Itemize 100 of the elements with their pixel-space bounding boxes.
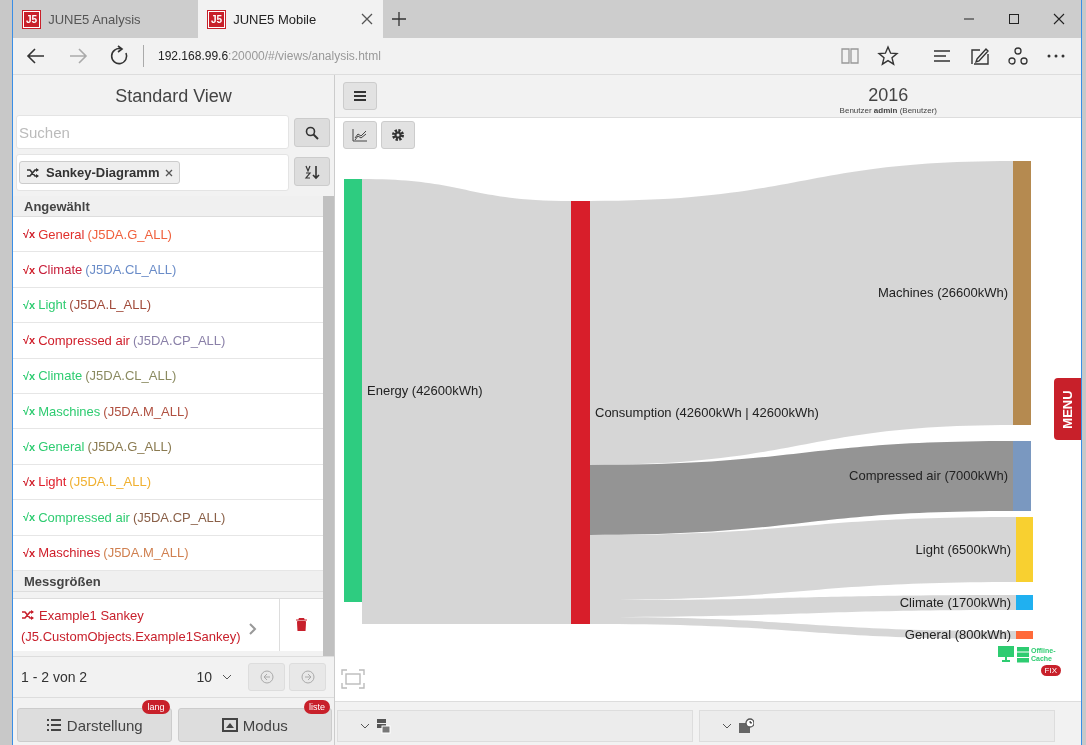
node-label: Consumption (42600kWh | 42600kWh) [595,404,819,420]
pen-note-icon[interactable] [969,45,991,67]
list-item[interactable]: √x Climate (J5DA.CL_ALL) [13,252,323,288]
monitor-icon [997,645,1015,663]
list-icon [45,718,62,732]
close-icon[interactable] [1051,11,1067,27]
item-name: General [38,226,85,242]
item-code: (J5DA.L_ALL) [69,297,151,313]
chevron-right-icon[interactable] [248,622,257,635]
object-name: Example1 Sankey [39,606,144,625]
server-icon [1017,647,1029,663]
search-field[interactable]: Suchen [16,115,289,149]
formula-icon: √x [23,263,36,276]
item-name: Maschines [38,545,101,561]
item-code: (J5DA.G_ALL) [87,226,172,242]
settings-button[interactable] [381,121,415,149]
item-code: (J5DA.M_ALL) [103,403,189,419]
menu-button[interactable] [343,82,377,110]
formula-icon: √x [23,298,36,311]
list-item[interactable]: √x Light (J5DA.L_ALL) [13,287,323,324]
sankey-node[interactable] [1013,161,1031,425]
sankey-node[interactable] [1016,595,1033,610]
filter-field[interactable]: Sankey-Diagramm [16,154,289,191]
formula-icon: √x [23,475,36,488]
tab-title: JUNE5 Analysis [48,11,141,27]
badge: lang [142,700,170,714]
sankey-node[interactable] [1013,441,1031,511]
list-item[interactable]: √x Compressed air (J5DA.CP_ALL) [13,323,323,359]
tag-label: Sankey-Diagramm [46,165,160,180]
scrollbar[interactable] [323,196,334,656]
list-item[interactable]: √x Light (J5DA.L_ALL) [13,464,323,501]
badge: FIX [1040,665,1061,676]
list-item[interactable]: √x General (J5DA.G_ALL) [13,217,323,253]
formula-icon: √x [23,440,36,453]
badge: liste [304,700,330,714]
menu-icon [353,90,367,102]
node-label: Climate (1700kWh) [899,594,1011,610]
chevron-down-icon [360,723,370,729]
year-title: 2016 [867,85,910,106]
item-name: Maschines [38,403,101,419]
item-code: (J5DA.CP_ALL) [132,509,226,525]
next-page-button[interactable] [289,663,326,691]
formula-icon: √x [23,369,36,382]
sankey-node[interactable] [344,179,362,602]
item-code: (J5DA.G_ALL) [87,439,172,455]
search-icon [305,125,319,140]
servers-icon [376,718,392,734]
item-name: Light [38,297,67,313]
maximize-icon[interactable] [1006,11,1022,27]
formula-icon: √x [23,228,36,241]
menu-tab[interactable]: MENU [1054,378,1081,440]
close-icon[interactable] [361,13,373,25]
arrow-right-icon [300,670,315,684]
shuffle-icon [21,609,35,622]
calendar-clock-icon [738,718,754,734]
image-icon [221,718,238,732]
item-name: Light [38,474,67,490]
filter-tag[interactable]: Sankey-Diagramm [19,161,181,184]
item-code: (J5DA.CP_ALL) [132,332,226,348]
sankey-node[interactable] [1016,631,1033,639]
node-label: General (800kWh) [904,627,1011,642]
sankey-link[interactable] [590,595,1016,617]
item-code: (J5DA.L_ALL) [69,474,151,490]
tab-logo: J5 [208,10,226,28]
settings-icon [391,128,405,142]
formula-icon: √x [23,546,36,559]
item-name: Compressed air [38,332,130,348]
search-button[interactable] [294,118,330,147]
formula-icon: √x [23,511,36,524]
list-item[interactable]: √x Climate (J5DA.CL_ALL) [13,358,323,394]
tab-title: JUNE5 Mobile [233,11,317,27]
trash-icon [295,618,307,632]
formula-icon: √x [23,405,36,418]
area-chart-icon [352,128,368,142]
list-item[interactable]: √x Maschines (J5DA.M_ALL) [13,393,323,430]
new-tab-icon[interactable] [391,11,407,27]
close-icon[interactable] [165,168,174,177]
fullscreen-icon[interactable] [341,669,365,689]
list-item[interactable]: √x General (J5DA.G_ALL) [13,429,323,465]
sort-az-icon [304,163,320,180]
formula-icon: √x [23,334,36,347]
node-label: Energy (42600kWh) [367,382,483,398]
list-item[interactable]: √x Compressed air (J5DA.CP_ALL) [13,500,323,536]
item-name: Climate [38,262,83,278]
browser-tab[interactable]: J5 JUNE5 Mobile [198,0,383,38]
sankey-node[interactable] [571,201,590,624]
browser-tab[interactable]: J5 JUNE5 Analysis [13,0,198,38]
book-icon[interactable] [839,45,861,67]
star-icon[interactable] [877,45,899,67]
sort-button[interactable] [294,157,330,186]
pagination-summary: 1 - 2 von 2 [21,669,88,685]
list-item[interactable]: √x Maschines (J5DA.M_ALL) [13,535,323,571]
previous-page-button[interactable] [248,663,285,691]
item-code: (J5DA.CL_ALL) [85,262,177,278]
item-name: Climate [38,368,83,384]
page-size-select[interactable]: 10 [196,669,232,685]
address-field[interactable]: 192.168.99.6:20000/#/views/analysis.html [158,49,381,63]
sankey-node[interactable] [1016,517,1033,582]
item-name: General [38,439,85,455]
node-label: Compressed air (7000kWh) [849,468,1008,483]
